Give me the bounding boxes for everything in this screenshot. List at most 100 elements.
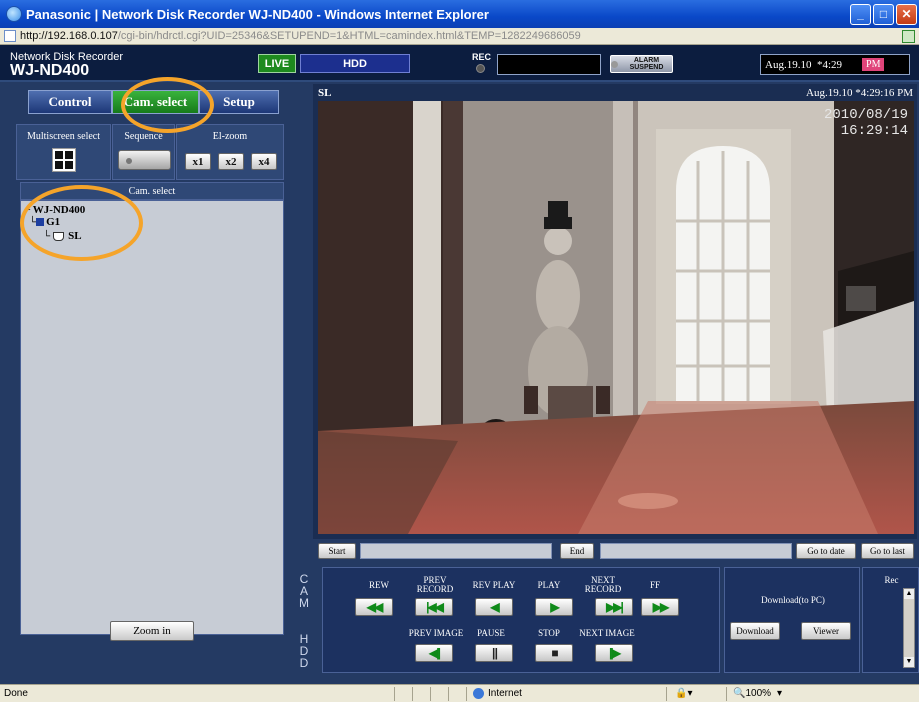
video-camera-label: SL <box>318 87 332 99</box>
chevron-down-icon: ▾ <box>777 688 783 699</box>
next-record-label: NEXT RECORD <box>575 576 631 594</box>
next-record-button[interactable]: ▶▶| <box>595 598 633 616</box>
rew-label: REW <box>369 580 389 590</box>
alarm-lamp-icon <box>611 60 618 68</box>
download-panel: Download(to PC) Download Viewer <box>724 567 860 673</box>
zoom-in-button[interactable]: Zoom in <box>110 621 194 641</box>
search-range-bar: Start End Go to date Go to last <box>313 540 917 562</box>
camera-scene <box>318 101 914 534</box>
video-panel: SL Aug.19.10 *4:29:16 PM 2010/08/19 16:2… <box>313 84 917 539</box>
lock-icon: 🔒▾ <box>675 688 693 699</box>
globe-icon <box>473 688 484 699</box>
stop-button[interactable]: ■ <box>535 644 573 662</box>
skip-forward-icon: ▶▶| <box>606 600 624 614</box>
video-timestamp: Aug.19.10 *4:29:16 PM <box>806 87 913 99</box>
video-osd: 2010/08/19 16:29:14 <box>824 107 908 139</box>
el-zoom-label: El-zoom <box>212 131 248 142</box>
rev-play-label: REV PLAY <box>472 580 516 590</box>
play-label: PLAY <box>537 580 561 590</box>
go-to-date-button[interactable]: Go to date <box>796 543 856 559</box>
page-icon <box>4 30 16 42</box>
frame-back-icon: ◀|| <box>429 646 441 660</box>
zoom-level-button[interactable]: 🔍 100% ▾ <box>726 686 796 701</box>
maximize-button[interactable]: □ <box>873 3 894 25</box>
camera-tree: − WJ-ND400 └ G1 └ SL <box>20 200 284 635</box>
annotation-ring-tree <box>20 185 143 261</box>
clock-time: *4:29 <box>816 58 843 71</box>
url-path: /cgi-bin/hdrctl.cgi?UID=25346&SETUPEND=1… <box>117 30 581 42</box>
download-title: Download(to PC) <box>761 595 825 605</box>
rec-label: REC <box>472 52 492 62</box>
download-button[interactable]: Download <box>730 622 780 640</box>
stop-icon: ■ <box>551 646 558 660</box>
ampm-badge: PM <box>862 58 885 71</box>
end-field[interactable] <box>600 543 792 559</box>
start-button[interactable]: Start <box>318 543 356 559</box>
ie-icon <box>6 6 22 22</box>
rewind-icon: ◀◀ <box>366 600 384 614</box>
scroll-down-icon[interactable]: ▼ <box>904 657 914 667</box>
play-button[interactable]: ▶ <box>535 598 573 616</box>
pause-label: PAUSE <box>477 628 505 638</box>
window-title: Panasonic | Network Disk Recorder WJ-ND4… <box>26 6 489 22</box>
alarm-suspend-button[interactable]: ALARM SUSPEND <box>610 55 673 73</box>
left-panel: Control Cam. select Setup Multiscreen se… <box>6 84 292 680</box>
rev-play-button[interactable]: ◀ <box>475 598 513 616</box>
sequence-button[interactable] <box>118 150 171 170</box>
protected-mode-button[interactable]: 🔒▾ <box>666 686 726 701</box>
next-image-button[interactable]: ||▶ <box>595 644 633 662</box>
rec-indicator-icon <box>476 64 485 73</box>
end-button[interactable]: End <box>560 543 594 559</box>
ff-button[interactable]: ▶▶ <box>641 598 679 616</box>
clock-display: Aug.19.10 *4:29 PM <box>760 54 910 75</box>
close-button[interactable]: ✕ <box>896 3 917 25</box>
prev-image-label: PREV IMAGE <box>408 628 464 638</box>
zoom-x4-button[interactable]: x4 <box>251 153 277 170</box>
frame-forward-icon: ||▶ <box>609 646 621 660</box>
osd-date: 2010/08/19 <box>823 107 908 123</box>
status-segment <box>448 686 466 701</box>
compatibility-icon[interactable] <box>902 30 915 43</box>
rec-status-display <box>497 54 601 75</box>
cam-hdd-side-tab[interactable]: C A M H D D <box>290 562 318 680</box>
browser-status-bar: Done Internet 🔒▾ 🔍 100% ▾ <box>0 684 919 702</box>
zoom-icon: 🔍 <box>733 688 746 699</box>
zoom-level: 100% <box>745 688 772 699</box>
pause-icon: | | <box>491 646 498 660</box>
camera-image[interactable]: 2010/08/19 16:29:14 <box>318 101 914 534</box>
viewer-button[interactable]: Viewer <box>801 622 851 640</box>
skip-back-icon: |◀◀ <box>426 600 444 614</box>
quad-screen-button[interactable] <box>52 148 76 172</box>
prev-record-button[interactable]: |◀◀ <box>415 598 453 616</box>
tab-control[interactable]: Control <box>28 90 112 114</box>
address-bar[interactable]: http://192.168.0.107 /cgi-bin/hdrctl.cgi… <box>0 28 919 45</box>
window-title-bar: Panasonic | Network Disk Recorder WJ-ND4… <box>0 0 919 28</box>
rew-button[interactable]: ◀◀ <box>355 598 393 616</box>
prev-image-button[interactable]: ◀|| <box>415 644 453 662</box>
side-tab-cam-m: M <box>299 596 309 610</box>
scroll-up-icon[interactable]: ▲ <box>904 589 914 599</box>
prev-record-label-2: RECORD <box>416 584 454 594</box>
zone-label: Internet <box>488 688 522 699</box>
hdd-button[interactable]: HDD <box>300 54 410 73</box>
go-to-last-button[interactable]: Go to last <box>861 543 914 559</box>
rec-scrollbar[interactable]: ▲ ▼ <box>903 588 915 668</box>
reverse-play-icon: ◀ <box>490 600 499 614</box>
zoom-x1-button[interactable]: x1 <box>185 153 211 170</box>
pause-button[interactable]: | | <box>475 644 513 662</box>
ff-label: FF <box>649 580 660 590</box>
el-zoom-box: El-zoom x1 x2 x4 <box>176 124 284 180</box>
live-button[interactable]: LIVE <box>258 54 296 73</box>
status-segment <box>412 686 430 701</box>
multiscreen-label: Multiscreen select <box>26 131 101 142</box>
zoom-x2-button[interactable]: x2 <box>218 153 244 170</box>
zone-indicator: Internet <box>466 686 666 701</box>
url-host: http://192.168.0.107 <box>20 30 118 42</box>
status-segment <box>430 686 448 701</box>
next-image-label: NEXT IMAGE <box>579 628 635 638</box>
start-field[interactable] <box>360 543 552 559</box>
rec-list-panel: Rec ▲ ▼ <box>862 567 919 673</box>
minimize-button[interactable]: _ <box>850 3 871 25</box>
playback-controls: REW PREV RECORD REV PLAY PLAY NEXT RECOR… <box>322 567 720 673</box>
alarm-suspend-label: ALARM SUSPEND <box>629 57 664 71</box>
